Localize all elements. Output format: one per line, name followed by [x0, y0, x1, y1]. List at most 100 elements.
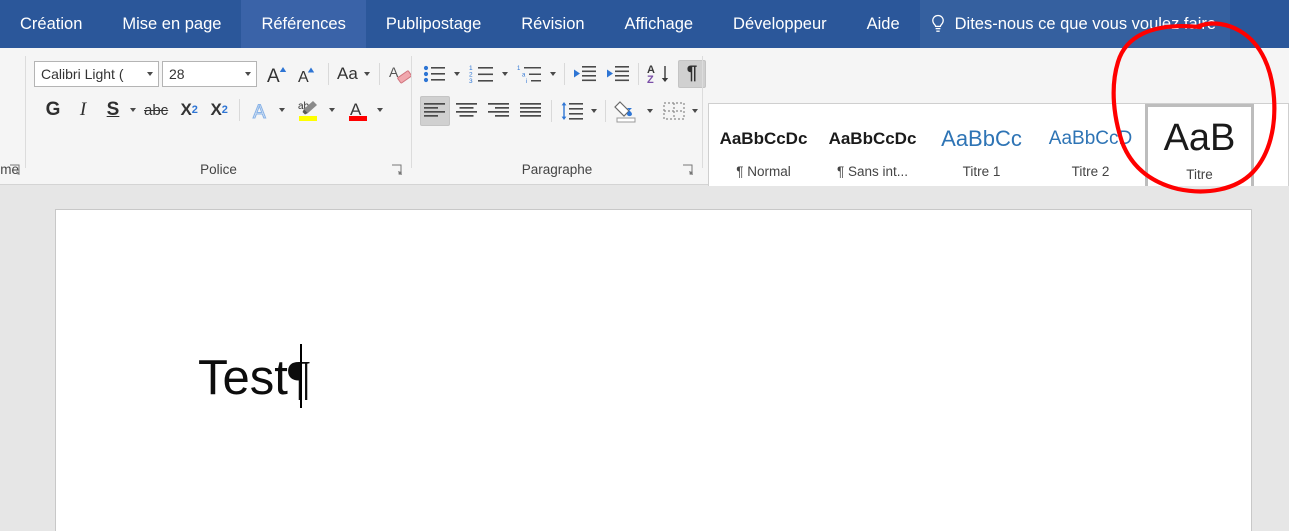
- svg-text:A: A: [298, 69, 309, 86]
- line-spacing-button[interactable]: [557, 97, 587, 125]
- highlight-button[interactable]: ab: [293, 96, 325, 124]
- style-name: Titre: [1186, 166, 1213, 182]
- tab-affichage[interactable]: Affichage: [605, 0, 714, 48]
- sort-button[interactable]: A Z: [644, 60, 674, 88]
- style-item-sous-titre[interactable]: AaB Sou: [1254, 104, 1288, 190]
- style-preview: AaBbCcD: [1048, 127, 1133, 149]
- svg-text:a: a: [522, 73, 526, 79]
- tell-me-label: Dites-nous ce que vous voulez faire: [954, 14, 1217, 33]
- increase-indent-button[interactable]: [603, 60, 633, 88]
- underline-label: S: [106, 99, 120, 120]
- numbering-chevron-down-icon[interactable]: [498, 60, 511, 88]
- svg-text:Z: Z: [647, 74, 654, 85]
- italic-label: I: [79, 99, 87, 120]
- text-effects-chevron-down-icon[interactable]: [275, 96, 288, 124]
- style-item-titre[interactable]: AaB Titre: [1145, 104, 1254, 190]
- style-name: ¶ Normal: [736, 163, 791, 179]
- paragraph-dialog-launcher[interactable]: [681, 163, 694, 176]
- style-preview: AaBbCcDc: [719, 128, 808, 148]
- multilevel-list-button[interactable]: 1 a i: [514, 60, 546, 88]
- style-item-titre-1[interactable]: AaBbCc Titre 1: [927, 104, 1036, 190]
- tab-references[interactable]: Références: [241, 0, 366, 48]
- group-font: Calibri Light ( 28 A A Aa A G I S abc X …: [26, 48, 412, 185]
- style-name: Titre 1: [962, 163, 1001, 179]
- change-case-label: Aa: [337, 64, 358, 83]
- svg-text:A: A: [267, 66, 280, 86]
- superscript-base: X: [210, 100, 222, 119]
- italic-button[interactable]: I: [70, 96, 96, 124]
- font-name-value: Calibri Light (: [41, 66, 124, 82]
- style-preview: AaBbCc: [941, 125, 1022, 151]
- highlight-chevron-down-icon[interactable]: [325, 96, 338, 124]
- change-case-chevron-down-icon[interactable]: [361, 60, 374, 88]
- numbering-button[interactable]: 1 2 3: [466, 60, 498, 88]
- font-size-value: 28: [169, 66, 185, 82]
- grow-font-button[interactable]: A: [263, 60, 293, 88]
- shading-chevron-down-icon[interactable]: [643, 97, 656, 125]
- decrease-indent-button[interactable]: [570, 60, 600, 88]
- line-spacing-chevron-down-icon[interactable]: [587, 97, 600, 125]
- document-canvas: Test ¶: [0, 186, 1289, 531]
- svg-text:1: 1: [517, 66, 521, 72]
- text-cursor: [300, 344, 302, 408]
- lightbulb-icon: [930, 14, 946, 34]
- style-name: Titre 2: [1071, 163, 1110, 179]
- tell-me-search-box[interactable]: Dites-nous ce que vous voulez faire: [919, 0, 1231, 48]
- superscript-index: 2: [221, 104, 228, 116]
- document-text-line[interactable]: Test ¶: [198, 349, 310, 406]
- group-clipboard: me: [0, 48, 25, 185]
- bullets-button[interactable]: [420, 60, 450, 88]
- pilcrow-mark: ¶: [287, 350, 311, 405]
- align-right-button[interactable]: [484, 96, 514, 126]
- strikethrough-button[interactable]: abc: [141, 96, 171, 124]
- font-size-combo[interactable]: 28: [162, 61, 257, 87]
- svg-text:A: A: [253, 102, 266, 122]
- group-paragraph: 1 2 3 1 a i A Z ¶ Paragraphe: [412, 48, 706, 185]
- superscript-button[interactable]: X2: [206, 96, 232, 124]
- font-name-combo[interactable]: Calibri Light (: [34, 61, 159, 87]
- document-page[interactable]: Test ¶: [55, 209, 1252, 531]
- style-preview: AaBbCcDc: [828, 128, 917, 148]
- borders-chevron-down-icon[interactable]: [688, 97, 701, 125]
- style-preview: AaB: [1163, 117, 1236, 159]
- tab-developpeur[interactable]: Développeur: [713, 0, 847, 48]
- underline-button[interactable]: S: [100, 96, 126, 124]
- strikethrough-label: abc: [144, 101, 169, 119]
- text-effects-button[interactable]: A: [247, 96, 275, 124]
- font-color-chevron-down-icon[interactable]: [373, 96, 386, 124]
- ribbon-tab-strip: Création Mise en page Références Publipo…: [0, 0, 1289, 48]
- svg-text:i: i: [526, 79, 527, 84]
- bullets-chevron-down-icon[interactable]: [450, 60, 463, 88]
- font-size-chevron-down-icon[interactable]: [240, 62, 256, 86]
- styles-gallery[interactable]: AaBbCcDc ¶ Normal AaBbCcDc ¶ Sans int...…: [708, 103, 1289, 191]
- style-item-normal[interactable]: AaBbCcDc ¶ Normal: [709, 104, 818, 190]
- clipboard-dialog-launcher[interactable]: [8, 163, 21, 176]
- font-dialog-launcher[interactable]: [390, 163, 403, 176]
- group-font-label: Police: [200, 162, 237, 177]
- align-left-button[interactable]: [420, 96, 450, 126]
- shading-button[interactable]: [611, 97, 643, 125]
- tab-publipostage[interactable]: Publipostage: [366, 0, 501, 48]
- bold-label: G: [45, 99, 61, 120]
- justify-button[interactable]: [516, 96, 546, 126]
- subscript-index: 2: [191, 104, 198, 116]
- multilevel-list-chevron-down-icon[interactable]: [546, 60, 559, 88]
- change-case-button[interactable]: Aa: [334, 60, 361, 88]
- align-center-button[interactable]: [452, 96, 482, 126]
- underline-chevron-down-icon[interactable]: [126, 96, 139, 124]
- style-name: ¶ Sans int...: [836, 163, 909, 179]
- tab-mise-en-page[interactable]: Mise en page: [102, 0, 241, 48]
- bold-button[interactable]: G: [40, 96, 66, 124]
- tab-creation[interactable]: Création: [0, 0, 102, 48]
- pilcrow-icon: ¶: [686, 63, 698, 84]
- font-name-chevron-down-icon[interactable]: [142, 62, 158, 86]
- font-color-button[interactable]: A: [343, 96, 373, 124]
- tab-aide[interactable]: Aide: [847, 0, 920, 48]
- ribbon-body: me Calibri Light ( 28 A A Aa A G I S abc…: [0, 48, 1289, 191]
- shrink-font-button[interactable]: A: [293, 60, 323, 88]
- subscript-button[interactable]: X2: [176, 96, 202, 124]
- borders-button[interactable]: [660, 97, 688, 125]
- style-item-titre-2[interactable]: AaBbCcD Titre 2: [1036, 104, 1145, 190]
- style-item-sans-interligne[interactable]: AaBbCcDc ¶ Sans int...: [818, 104, 927, 190]
- tab-revision[interactable]: Révision: [501, 0, 604, 48]
